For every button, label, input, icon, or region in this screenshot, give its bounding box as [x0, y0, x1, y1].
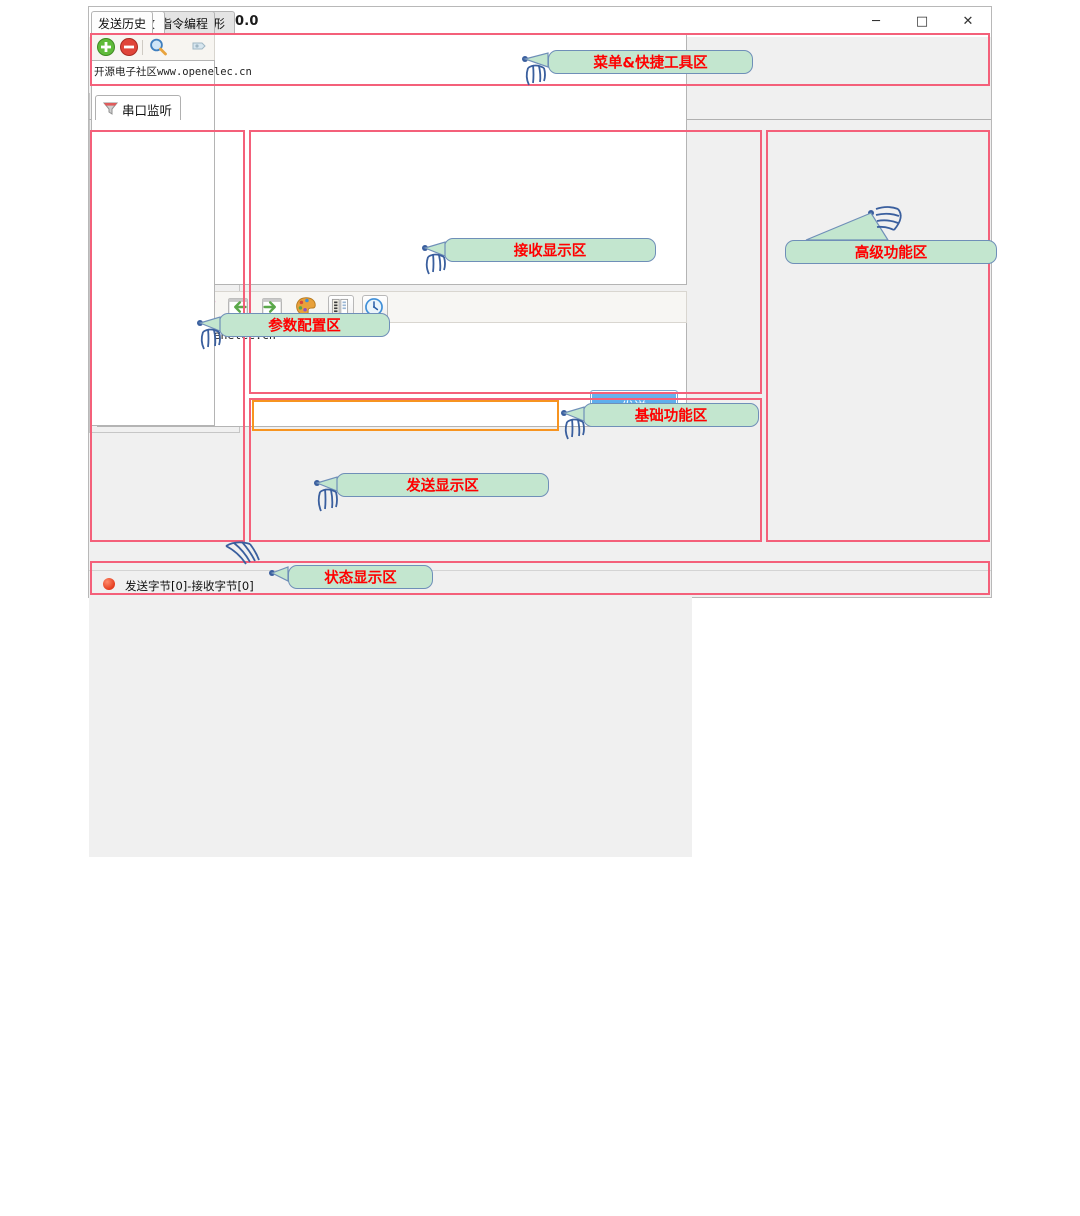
advanced-panel: 发送历史 指令编程 — [89, 857, 217, 1216]
export-right-icon[interactable] — [260, 295, 284, 319]
clock-icon[interactable] — [362, 295, 388, 321]
send-button[interactable]: 发送 — [590, 390, 678, 418]
search-icon[interactable] — [148, 37, 168, 57]
status-bar: 发送字节[0]-接收字节[0] — [89, 570, 991, 597]
add-icon[interactable] — [96, 37, 116, 57]
list-item[interactable]: 开源电子社区www.openelec.cn — [94, 64, 252, 79]
minimize-icon: ─ — [853, 7, 899, 37]
tab-label: 发送历史 — [92, 15, 152, 32]
maximize-button[interactable]: □ — [899, 7, 945, 37]
history-toolbar — [91, 33, 215, 60]
minimize-button[interactable]: ─ — [853, 7, 899, 37]
funnel-icon — [102, 100, 119, 117]
history-toolbar-separator — [142, 40, 143, 55]
remove-icon[interactable] — [119, 37, 139, 57]
close-icon: ✕ — [945, 7, 991, 37]
application-window: MicroLab Ver.1.0.0 ─ □ ✕ 文件 编辑 工具箱 资料库 帮… — [88, 6, 992, 598]
status-indicator-icon — [103, 578, 115, 590]
center-panel: 串口接收 串口波形 — [89, 433, 692, 857]
maximize-icon: □ — [899, 7, 945, 37]
import-left-icon[interactable] — [226, 295, 250, 319]
tab-serial-monitor[interactable]: 串口监听 — [95, 95, 181, 120]
status-text: 发送字节[0]-接收字节[0] — [125, 578, 254, 594]
tab-send-history[interactable]: 发送历史 — [91, 11, 153, 33]
hex-view-icon[interactable] — [328, 295, 354, 321]
palette-icon[interactable] — [294, 295, 318, 319]
send-button-label: 发送 — [591, 396, 677, 415]
pin-icon[interactable] — [189, 37, 209, 57]
tab-label: 串口监听 — [122, 100, 172, 119]
close-button[interactable]: ✕ — [945, 7, 991, 37]
